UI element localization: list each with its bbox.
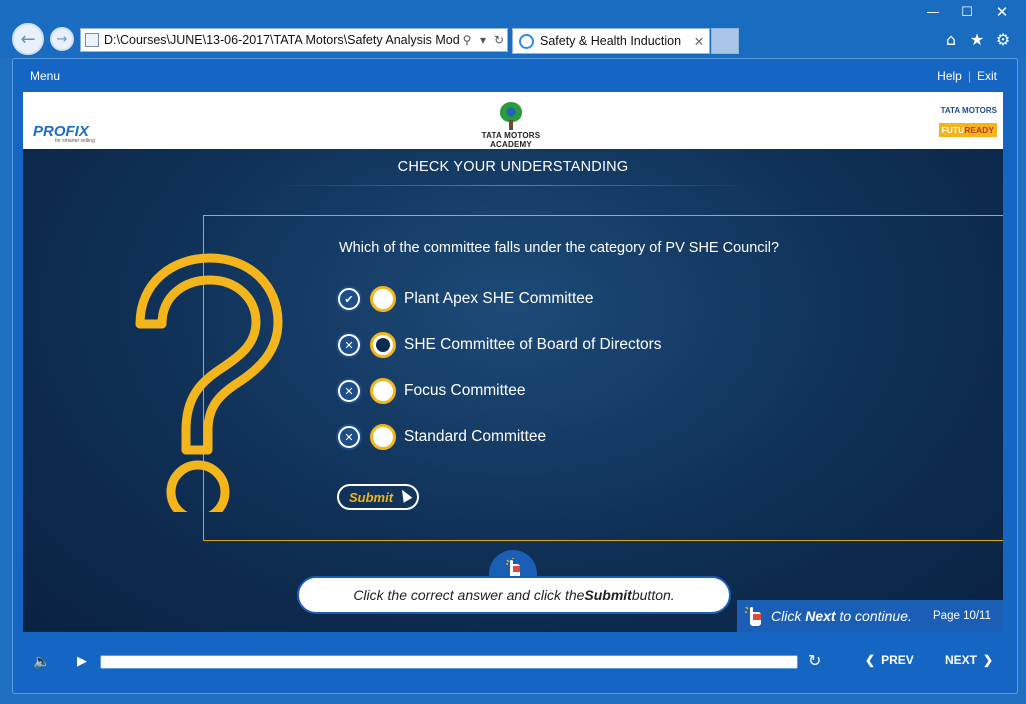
academy-logo-text: TATA MOTORS ACADEMY: [481, 131, 541, 149]
instruction-banner: Click the correct answer and click the S…: [297, 576, 731, 614]
chevron-left-icon: ❮: [865, 653, 876, 667]
option-label: Focus Committee: [404, 382, 526, 399]
profix-tagline: for smarter selling: [55, 138, 95, 144]
progress-bar[interactable]: [100, 655, 798, 669]
page-icon: [85, 33, 99, 47]
maximize-button[interactable]: ☐: [950, 2, 984, 22]
play-icon: ▶: [77, 653, 87, 668]
next-hint-bar: Click Next to continue. Page 10/11: [737, 600, 1003, 632]
option-1[interactable]: ✔ Plant Apex SHE Committee: [336, 285, 594, 313]
next-hint-text: Click Next to continue.: [771, 608, 912, 624]
replay-button[interactable]: ↻: [808, 651, 821, 671]
option-4[interactable]: ✕ Standard Committee: [336, 423, 546, 451]
section-title: CHECK YOUR UNDERSTANDING: [397, 159, 629, 175]
browser-logo-icon: [519, 33, 534, 49]
futuready-badge: FUTUREADY: [938, 123, 997, 137]
radio-button-selected[interactable]: [370, 332, 396, 358]
feedback-wrong-icon: ✕: [336, 378, 362, 404]
chevron-right-icon: ❯: [983, 653, 994, 667]
address-text: D:\Courses\JUNE\13-06-2017\TATA Motors\S…: [104, 33, 459, 47]
instruction-post: button.: [631, 587, 675, 603]
title-divider: [273, 185, 753, 186]
arrow-left-icon: ←: [20, 28, 36, 50]
home-icon[interactable]: ⌂: [942, 30, 960, 49]
option-2[interactable]: ✕ SHE Committee of Board of Directors: [336, 331, 662, 359]
logo-header: PROFIX for smarter selling TATA MOTORS A…: [23, 92, 1003, 149]
tata-motors-logo: TATA MOTORS: [940, 106, 997, 115]
prev-button[interactable]: ❮ PREV: [865, 653, 914, 667]
gear-icon[interactable]: ⚙: [994, 30, 1012, 49]
radio-button[interactable]: [370, 378, 396, 404]
futuready-b: READY: [964, 125, 994, 135]
option-label: SHE Committee of Board of Directors: [404, 336, 662, 353]
browser-chrome: — ☐ ✕ ← → D:\Courses\JUNE\13-06-2017\TAT…: [0, 0, 1026, 58]
separator: |: [967, 69, 971, 83]
volume-button[interactable]: 🔈: [33, 653, 50, 670]
slide-stage: PROFIX for smarter selling TATA MOTORS A…: [23, 92, 1003, 632]
exit-link[interactable]: Exit: [977, 69, 997, 83]
course-player: Menu Help | Exit PROFIX for smarter sell…: [12, 58, 1018, 694]
minimize-button[interactable]: —: [916, 2, 950, 22]
instruction-pre: Click the correct answer and click the: [353, 587, 585, 603]
address-bar[interactable]: D:\Courses\JUNE\13-06-2017\TATA Motors\S…: [80, 28, 508, 52]
feedback-wrong-icon: ✕: [336, 332, 362, 358]
option-label: Standard Committee: [404, 428, 547, 445]
profix-logo: PROFIX for smarter selling: [33, 123, 95, 144]
option-3[interactable]: ✕ Focus Committee: [336, 377, 525, 405]
refresh-icon[interactable]: ↻: [491, 33, 507, 47]
window-controls: — ☐ ✕: [916, 2, 1020, 22]
radio-button[interactable]: [370, 286, 396, 312]
futuready-a: FUTU: [941, 125, 965, 135]
search-icon[interactable]: ⚲: [459, 33, 475, 47]
question-mark-icon: [135, 253, 283, 512]
instruction-bold: Submit: [584, 587, 632, 603]
question-text: Which of the committee falls under the c…: [339, 240, 780, 256]
feedback-correct-icon: ✔: [336, 286, 362, 312]
feedback-wrong-icon: ✕: [336, 424, 362, 450]
hand-click-icon: [745, 606, 761, 626]
dropdown-icon[interactable]: ▾: [475, 33, 491, 47]
help-exit-links: Help | Exit: [937, 69, 997, 83]
play-button[interactable]: ▶: [77, 653, 87, 669]
arrow-right-icon: →: [56, 31, 68, 47]
academy-logo: TATA MOTORS ACADEMY: [471, 102, 551, 149]
help-link[interactable]: Help: [937, 69, 962, 83]
tab-close-icon[interactable]: ✕: [689, 34, 709, 49]
radio-button[interactable]: [370, 424, 396, 450]
next-button[interactable]: NEXT ❯: [945, 653, 993, 667]
option-label: Plant Apex SHE Committee: [404, 290, 594, 307]
speaker-icon: 🔈: [33, 653, 51, 669]
tab-title: Safety & Health Induction: [540, 34, 682, 48]
question-frame: [203, 215, 1003, 541]
page-counter: Page 10/11: [933, 610, 991, 622]
browser-tools: ⌂ ★ ⚙: [942, 30, 1012, 49]
new-tab-button[interactable]: [711, 28, 739, 54]
tree-logo-icon: [498, 102, 524, 130]
menu-link[interactable]: Menu: [30, 69, 60, 83]
browser-tab[interactable]: Safety & Health Induction ✕: [512, 28, 710, 54]
back-button[interactable]: ←: [12, 23, 44, 55]
forward-button[interactable]: →: [50, 27, 74, 51]
replay-icon: ↻: [808, 653, 822, 670]
close-window-button[interactable]: ✕: [984, 2, 1020, 22]
favorites-star-icon[interactable]: ★: [968, 30, 986, 49]
